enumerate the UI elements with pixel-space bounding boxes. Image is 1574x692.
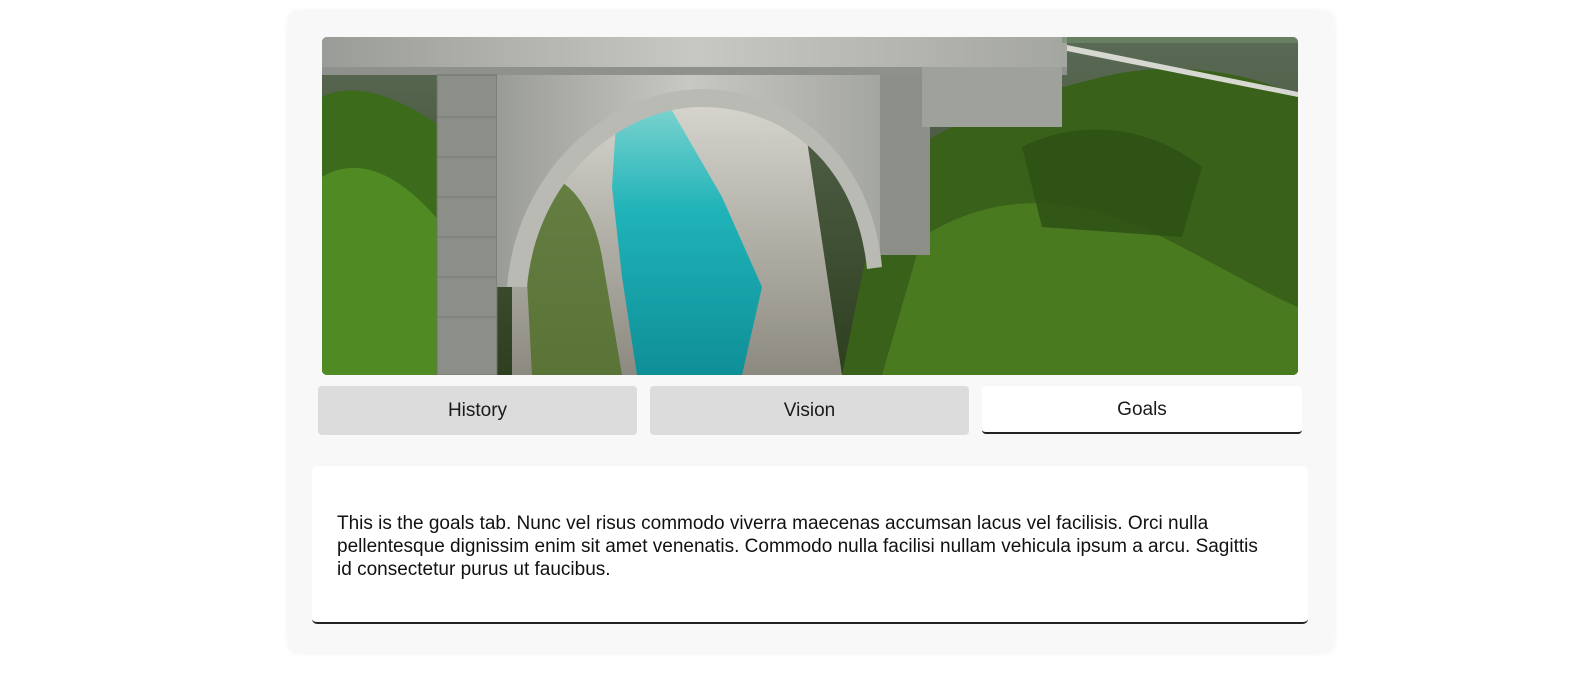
tab-history[interactable]: History — [318, 386, 637, 435]
tab-vision[interactable]: Vision — [650, 386, 969, 435]
tab-goals[interactable]: Goals — [982, 386, 1302, 434]
tabs-card: History Vision Goals This is the goals t… — [288, 11, 1334, 653]
hero-image — [322, 37, 1298, 375]
tab-content-text: This is the goals tab. Nunc vel risus co… — [337, 513, 1258, 580]
tab-content-panel: This is the goals tab. Nunc vel risus co… — [312, 466, 1308, 624]
